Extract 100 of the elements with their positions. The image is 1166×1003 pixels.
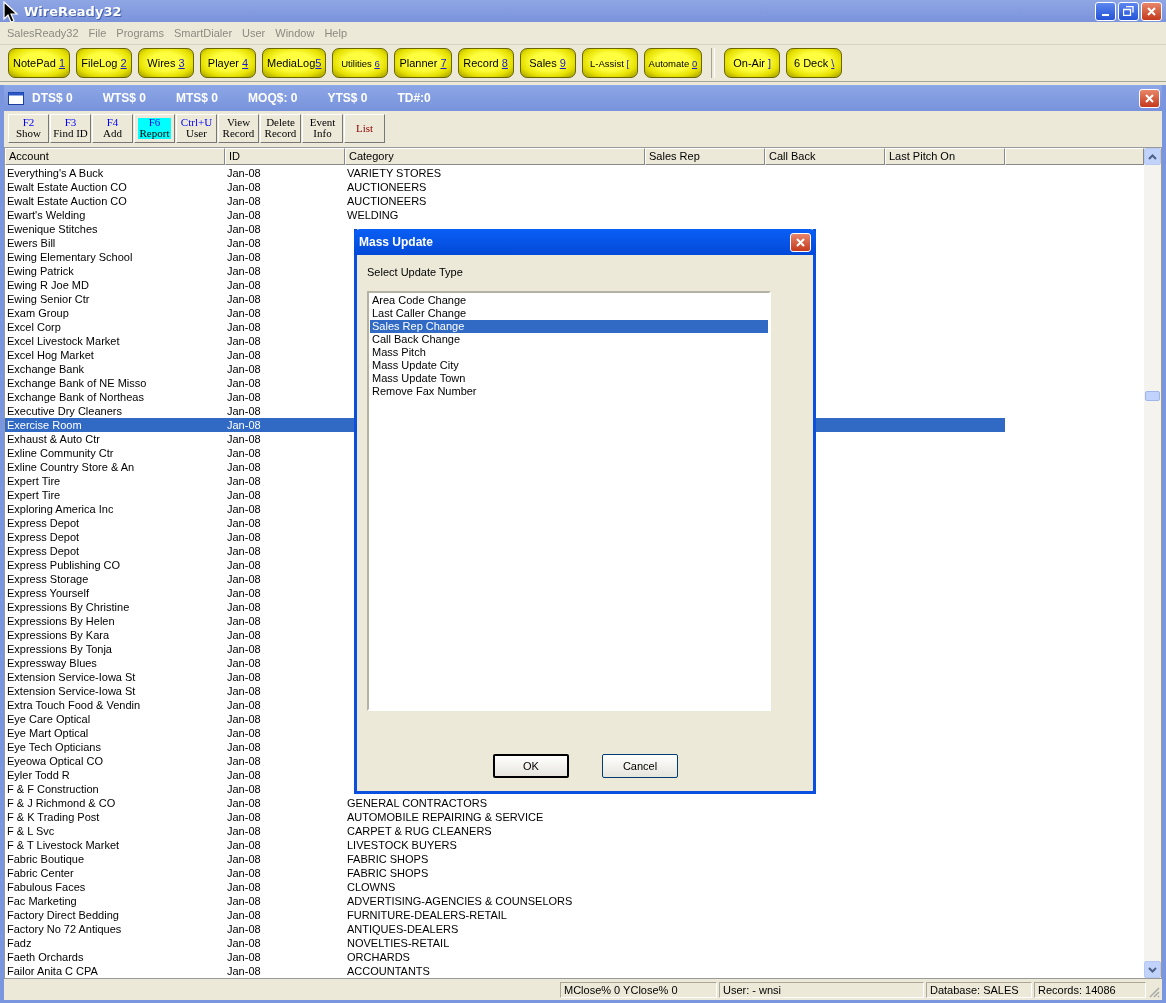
- table-cell: Eyeowa Optical CO: [7, 755, 103, 767]
- table-row[interactable]: F & K Trading Post Jan-08 AUTOMOBILE REPAIRING & SERVICE: [5, 810, 1005, 824]
- launcher-button[interactable]: MediaLog5: [262, 48, 327, 78]
- table-cell: Eye Tech Opticians: [7, 741, 101, 753]
- list-item[interactable]: Mass Update City: [370, 359, 768, 372]
- table-cell: Fac Marketing: [7, 895, 77, 907]
- table-cell: CARPET & RUG CLEANERS: [347, 825, 492, 837]
- dialog-button[interactable]: Cancel: [602, 754, 678, 778]
- scroll-down-button[interactable]: [1144, 961, 1161, 978]
- minimize-button[interactable]: [1095, 1, 1116, 21]
- table-row[interactable]: Ewart's Welding Jan-08 WELDING: [5, 208, 1005, 222]
- table-cell: Express Depot: [7, 517, 80, 529]
- launcher-button[interactable]: Planner 7: [394, 48, 452, 78]
- toolbar-button[interactable]: Ctrl+U User: [176, 113, 217, 143]
- dialog-button[interactable]: OK: [493, 754, 569, 778]
- column-header[interactable]: Last Pitch On: [885, 148, 1005, 165]
- table-cell: Fabric Center: [7, 867, 74, 879]
- toolbar-button[interactable]: F3 Find ID: [50, 113, 91, 143]
- toolbar-button[interactable]: Event Info: [302, 113, 343, 143]
- table-row[interactable]: Fabric Boutique Jan-08 FABRIC SHOPS: [5, 852, 1005, 866]
- stat-label: WTS$ 0: [102, 91, 147, 105]
- table-cell: Excel Livestock Market: [7, 335, 120, 347]
- list-item[interactable]: Mass Pitch: [370, 346, 768, 359]
- table-cell: AUTOMOBILE REPAIRING & SERVICE: [347, 811, 544, 823]
- toolbar-button[interactable]: List: [344, 113, 385, 143]
- launcher-button[interactable]: On-Air ]: [724, 48, 781, 78]
- restore-button[interactable]: [1118, 1, 1139, 21]
- launcher-button[interactable]: L-Assist [: [581, 48, 638, 78]
- column-header[interactable]: Sales Rep: [645, 148, 765, 165]
- column-header[interactable]: Call Back: [765, 148, 885, 165]
- toolbar-button[interactable]: View Record: [218, 113, 259, 143]
- table-cell: Jan-08: [227, 881, 261, 893]
- list-item[interactable]: Area Code Change: [370, 294, 768, 307]
- table-cell: F & J Richmond & CO: [7, 797, 116, 809]
- table-cell: Jan-08: [227, 573, 261, 585]
- table-cell: F & T Livestock Market: [7, 839, 120, 851]
- table-row[interactable]: Fabulous Faces Jan-08 CLOWNS: [5, 880, 1005, 894]
- table-cell: Ewing Patrick: [7, 265, 74, 277]
- toolbar-button[interactable]: F4 Add: [92, 113, 133, 143]
- scrollbar[interactable]: [1144, 148, 1161, 978]
- table-row[interactable]: Everything's A Buck Jan-08 VARIETY STORES: [5, 166, 1005, 180]
- table-cell: NOVELTIES-RETAIL: [347, 937, 450, 949]
- table-row[interactable]: Faeth Orchards Jan-08 ORCHARDS: [5, 950, 1005, 964]
- close-button[interactable]: [1139, 88, 1160, 108]
- launcher-button[interactable]: Record 8: [457, 48, 514, 78]
- table-row[interactable]: Fadz Jan-08 NOVELTIES-RETAIL: [5, 936, 1005, 950]
- table-row[interactable]: Factory No 72 Antiques Jan-08 ANTIQUES-DEALERS: [5, 922, 1005, 936]
- table-cell: Jan-08: [227, 349, 261, 361]
- list-item[interactable]: Mass Update Town: [370, 372, 768, 385]
- launcher-button[interactable]: Wires 3: [138, 48, 194, 78]
- table-cell: Jan-08: [227, 923, 261, 935]
- table-cell: Jan-08: [227, 713, 261, 725]
- table-cell: Expert Tire: [7, 475, 61, 487]
- list-item[interactable]: Sales Rep Change: [370, 320, 768, 333]
- launcher-button[interactable]: 6 Deck \: [786, 48, 843, 78]
- table-cell: Jan-08: [227, 167, 261, 179]
- table-cell: Jan-08: [227, 475, 261, 487]
- table-cell: Extension Service-Iowa St: [7, 685, 136, 697]
- stat-label: MOQ$: 0: [248, 91, 298, 105]
- table-row[interactable]: Ewalt Estate Auction CO Jan-08 AUCTIONEERS: [5, 194, 1005, 208]
- table-row[interactable]: Failor Anita C CPA Jan-08 ACCOUNTANTS: [5, 964, 1005, 978]
- table-cell: Fabulous Faces: [7, 881, 86, 893]
- window-title: WireReady32: [24, 3, 122, 19]
- table-row[interactable]: Fac Marketing Jan-08 ADVERTISING-AGENCIES & COUNSELORS: [5, 894, 1005, 908]
- update-type-list[interactable]: Area Code Change Last Caller Change Sales Rep Change Call Back Change Mass Pitch Mass Update City Mass Update Town Remove Fax Number: [367, 291, 771, 711]
- table-row[interactable]: F & T Livestock Market Jan-08 LIVESTOCK BUYERS: [5, 838, 1005, 852]
- resize-grip-icon[interactable]: [1148, 986, 1160, 998]
- scroll-thumb[interactable]: [1145, 391, 1160, 401]
- column-header[interactable]: ID: [225, 148, 345, 165]
- close-button[interactable]: [1141, 1, 1162, 21]
- table-cell: Jan-08: [227, 293, 261, 305]
- launcher-button[interactable]: Automate 0: [643, 48, 703, 78]
- launcher-button[interactable]: FileLog 2: [76, 48, 132, 78]
- launcher-button[interactable]: NotePad 1: [8, 48, 70, 78]
- table-row[interactable]: Fabric Center Jan-08 FABRIC SHOPS: [5, 866, 1005, 880]
- table-cell: FURNITURE-DEALERS-RETAIL: [347, 909, 507, 921]
- launcher-button[interactable]: Player 4: [200, 48, 256, 78]
- toolbar-button[interactable]: F6 Report: [134, 113, 175, 143]
- table-cell: Ewart's Welding: [7, 209, 86, 221]
- table-cell: Jan-08: [227, 209, 261, 221]
- table-row[interactable]: F & L Svc Jan-08 CARPET & RUG CLEANERS: [5, 824, 1005, 838]
- table-cell: Expressions By Helen: [7, 615, 115, 627]
- list-item[interactable]: Last Caller Change: [370, 307, 768, 320]
- close-button[interactable]: [790, 232, 811, 252]
- launcher-button[interactable]: Utilities 6: [332, 48, 389, 78]
- column-header[interactable]: Category: [345, 148, 645, 165]
- table-cell: Excel Corp: [7, 321, 61, 333]
- table-cell: Expressions By Christine: [7, 601, 130, 613]
- table-row[interactable]: Factory Direct Bedding Jan-08 FURNITURE-DEALERS-RETAIL: [5, 908, 1005, 922]
- list-item[interactable]: Call Back Change: [370, 333, 768, 346]
- table-cell: Jan-08: [227, 951, 261, 963]
- toolbar-button[interactable]: F2 Show: [8, 113, 49, 143]
- table-row[interactable]: Ewalt Estate Auction CO Jan-08 AUCTIONEERS: [5, 180, 1005, 194]
- column-header[interactable]: Account: [5, 148, 225, 165]
- table-row[interactable]: F & J Richmond & CO Jan-08 GENERAL CONTRACTORS: [5, 796, 1005, 810]
- list-item[interactable]: Remove Fax Number: [370, 385, 768, 398]
- scroll-up-button[interactable]: [1144, 148, 1161, 165]
- launcher-button[interactable]: Sales 9: [519, 48, 576, 78]
- table-cell: ANTIQUES-DEALERS: [347, 923, 459, 935]
- toolbar-button[interactable]: Delete Record: [260, 113, 301, 143]
